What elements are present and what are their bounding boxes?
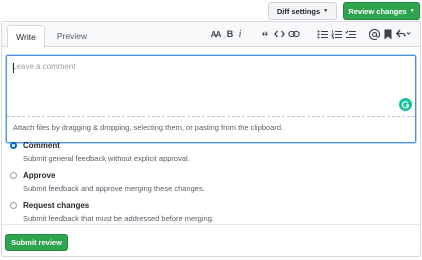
tab-write[interactable]: Write xyxy=(7,25,45,48)
option-description: Submit feedback that must be addressed b… xyxy=(23,214,214,223)
option-description: Submit general feedback without explicit… xyxy=(23,154,190,163)
option-label: Request changes xyxy=(23,201,90,210)
link-icon[interactable] xyxy=(288,27,300,41)
review-changes-label: Review changes xyxy=(348,6,407,16)
bulleted-list-icon[interactable] xyxy=(317,27,328,41)
review-changes-button[interactable]: Review changes ▼ xyxy=(343,2,420,20)
review-panel: Write Preview AA B i “ Leave a comment A… xyxy=(1,21,421,257)
diff-settings-label: Diff settings xyxy=(276,6,321,16)
bookmark-icon[interactable] xyxy=(383,27,392,41)
option-label: Comment xyxy=(23,141,60,150)
grammarly-icon[interactable] xyxy=(399,98,412,111)
comment-radio[interactable] xyxy=(10,142,17,149)
tab-preview[interactable]: Preview xyxy=(52,25,92,47)
reply-icon[interactable] xyxy=(396,27,411,41)
editor-tabbar: Write Preview AA B i “ xyxy=(2,22,420,48)
task-list-icon[interactable] xyxy=(345,27,356,41)
diff-settings-button[interactable]: Diff settings ▼ xyxy=(268,2,337,20)
header-icon[interactable]: AA xyxy=(209,27,222,41)
divider xyxy=(2,224,420,225)
caret-down-icon: ▼ xyxy=(409,7,415,14)
option-label: Approve xyxy=(23,171,56,180)
attach-files-hint[interactable]: Attach files by dragging & dropping, sel… xyxy=(7,116,415,142)
comment-editor: Attach files by dragging & dropping, sel… xyxy=(6,55,416,143)
quote-icon[interactable]: “ xyxy=(260,27,270,43)
approve-radio[interactable] xyxy=(10,172,17,179)
mention-icon[interactable] xyxy=(369,27,380,41)
caret-down-icon: ▼ xyxy=(323,7,329,14)
comment-textarea[interactable] xyxy=(7,56,415,115)
request-changes-radio[interactable] xyxy=(10,202,17,209)
code-icon[interactable] xyxy=(274,27,285,41)
italic-icon[interactable]: i xyxy=(236,27,244,41)
numbered-list-icon[interactable] xyxy=(331,27,342,41)
submit-review-button[interactable]: Submit review xyxy=(5,234,68,251)
text-cursor xyxy=(13,63,14,73)
option-description: Submit feedback and approve merging thes… xyxy=(23,184,205,193)
bold-icon[interactable]: B xyxy=(226,27,234,41)
